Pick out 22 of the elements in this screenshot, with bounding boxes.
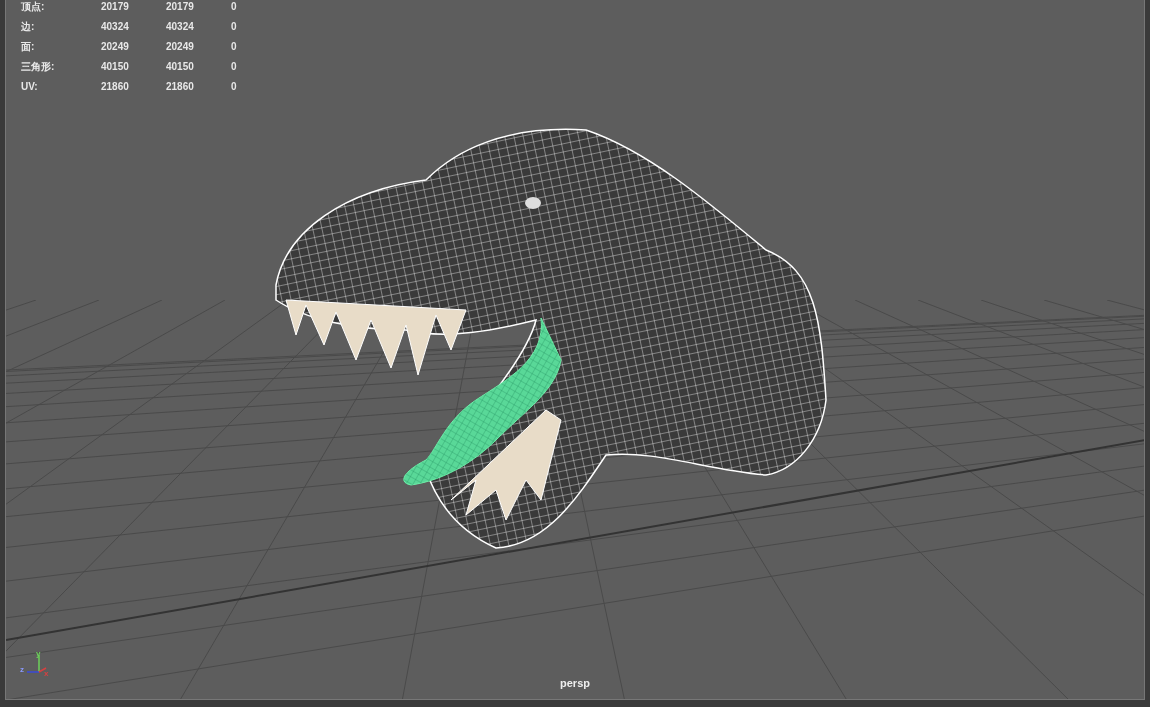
hud-value: 20179 (101, 0, 130, 14)
hud-value: 20249 (166, 40, 195, 54)
hud-value: 0 (231, 0, 238, 14)
hud-value: 0 (231, 80, 238, 94)
hud-label: UV: (21, 80, 39, 94)
hud-value: 40150 (166, 60, 195, 74)
hud-label: 面: (21, 40, 36, 54)
hud-label: 三角形: (21, 60, 56, 74)
3d-viewport[interactable]: 顶点: 20179 20179 0 边: 40324 40324 0 面: 20249 20249 0 三角形: 40150 40150 0 UV: 21860 21860 0 y z x persp (5, 0, 1145, 700)
hud-value: 20249 (101, 40, 130, 54)
hud-value: 21860 (166, 80, 195, 94)
hud-value: 40150 (101, 60, 130, 74)
hud-value: 0 (231, 20, 238, 34)
hud-value: 40324 (101, 20, 130, 34)
hud-value: 21860 (101, 80, 130, 94)
hud-value: 40324 (166, 20, 195, 34)
camera-label: persp (560, 677, 590, 689)
hud-label: 边: (21, 20, 36, 34)
hud-value: 0 (231, 40, 238, 54)
hud-value: 0 (231, 60, 238, 74)
hud-value: 20179 (166, 0, 195, 14)
hud-label: 顶点: (21, 0, 46, 14)
